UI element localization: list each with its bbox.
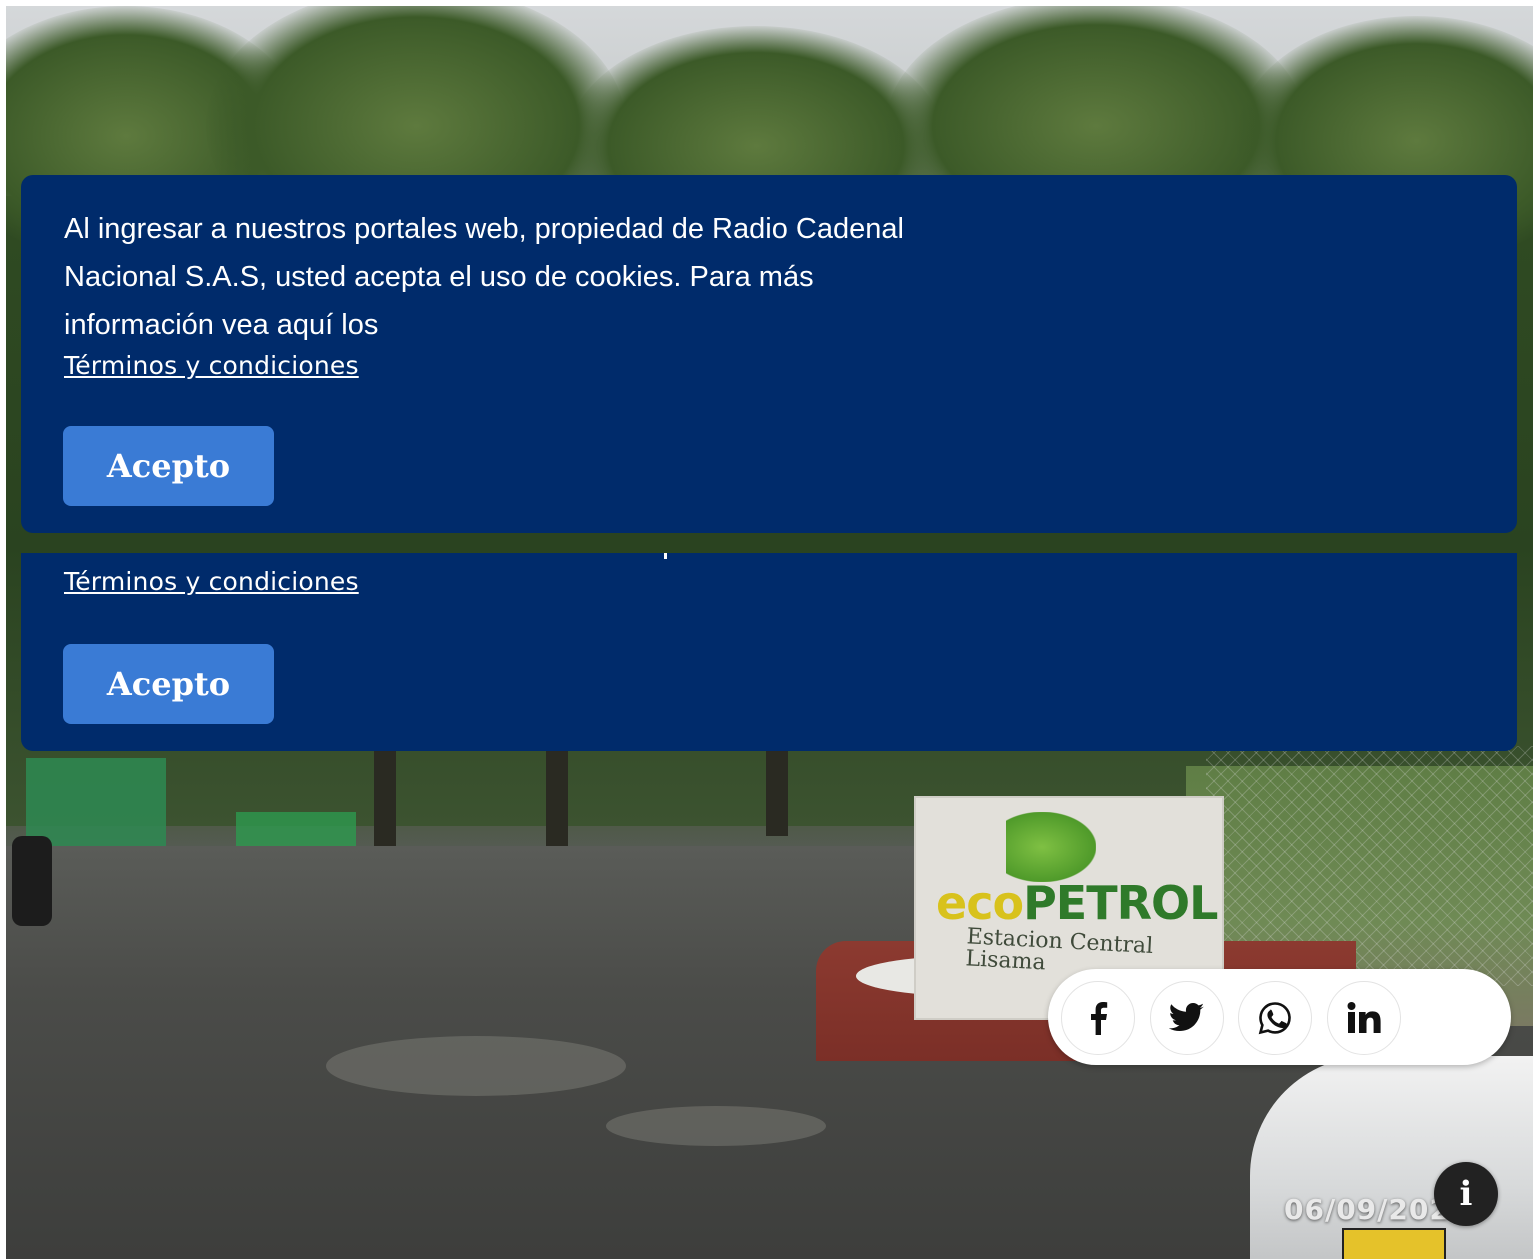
share-bar — [1048, 969, 1511, 1065]
terms-link[interactable]: Términos y condiciones — [64, 567, 359, 596]
twitter-share-button[interactable] — [1150, 981, 1224, 1055]
photo-puddle — [326, 1036, 626, 1096]
photo-trunk — [374, 746, 396, 856]
frog-logo-icon — [1006, 812, 1096, 882]
sign-brand-petrol: PETROL — [1023, 876, 1218, 930]
linkedin-share-button[interactable] — [1327, 981, 1401, 1055]
terms-link[interactable]: Términos y condiciones — [64, 351, 359, 380]
photo-license-plate — [1342, 1228, 1446, 1259]
twitter-icon — [1169, 1003, 1204, 1031]
photo-date: 06/09/202 — [1284, 1193, 1450, 1226]
accept-button[interactable]: Acepto — [63, 426, 274, 506]
facebook-icon — [1091, 1002, 1108, 1035]
sign-brand: ecoPETROL — [936, 876, 1218, 930]
facebook-share-button[interactable] — [1061, 981, 1135, 1055]
photo-trunk — [546, 746, 568, 846]
whatsapp-share-button[interactable] — [1238, 981, 1312, 1055]
cookie-banner-duplicate: Términos y condiciones Acepto — [21, 553, 1517, 751]
photo-puddle — [606, 1106, 826, 1146]
info-icon: i — [1459, 1174, 1473, 1214]
cookie-banner: Al ingresar a nuestros portales web, pro… — [21, 175, 1517, 533]
accept-button[interactable]: Acepto — [63, 644, 274, 724]
photo-motorbike — [12, 836, 52, 926]
info-button[interactable]: i — [1434, 1162, 1498, 1226]
linkedin-icon — [1347, 1002, 1381, 1033]
photo-green-net — [26, 758, 166, 848]
cookie-message: Al ingresar a nuestros portales web, pro… — [64, 213, 904, 341]
stray-mark — [664, 553, 667, 559]
sign-brand-eco: eco — [936, 876, 1024, 930]
photo-trunk — [766, 746, 788, 836]
whatsapp-icon — [1258, 1002, 1291, 1035]
